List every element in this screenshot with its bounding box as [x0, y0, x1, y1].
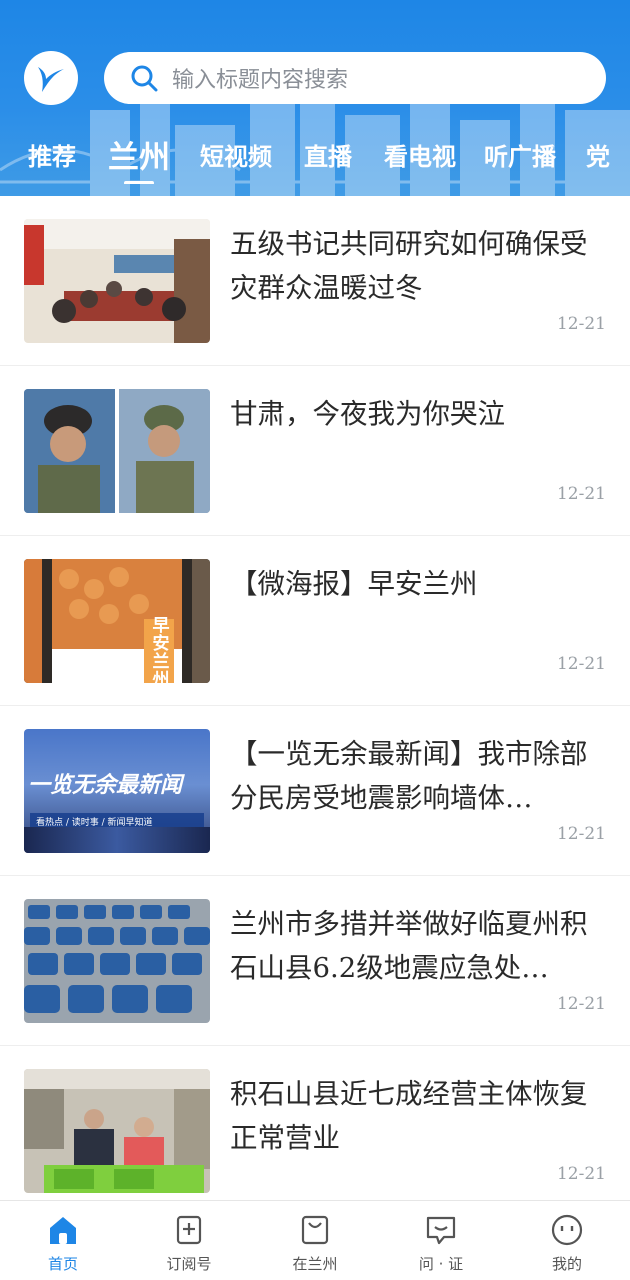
- chat-icon: [424, 1213, 458, 1247]
- search-placeholder: 输入标题内容搜索: [172, 68, 349, 93]
- bottom-nav: 首页 订阅号 在兰州 问 · 证 我的: [0, 1200, 630, 1280]
- caption-char: 安: [152, 634, 170, 654]
- search-bar[interactable]: 输入标题内容搜索: [104, 52, 606, 104]
- news-date: 12-21: [556, 994, 606, 1014]
- news-title: 兰州市多措并举做好临夏州积石山县6.2级地震应急处…: [230, 908, 588, 984]
- thumb-headline: 一览无余最新闻: [28, 772, 183, 798]
- nav-in-lanzhou[interactable]: 在兰州: [252, 1201, 378, 1280]
- subscribe-icon: [172, 1213, 206, 1247]
- bag-icon: [298, 1213, 332, 1247]
- news-date: 12-21: [556, 314, 606, 334]
- home-icon: [46, 1213, 80, 1247]
- news-item[interactable]: 甘肃，今夜我为你哭泣 12-21: [0, 366, 630, 536]
- tab-party[interactable]: 党: [586, 137, 610, 172]
- tab-live[interactable]: 直播: [304, 137, 352, 172]
- news-thumbnail: [24, 219, 210, 343]
- news-thumbnail: 早安兰州: [24, 559, 210, 683]
- tab-tv[interactable]: 看电视: [384, 137, 456, 172]
- news-title: 【一览无余最新闻】我市除部分民房受地震影响墙体…: [230, 738, 588, 814]
- news-title: 积石山县近七成经营主体恢复正常营业: [230, 1078, 588, 1154]
- channel-tabs: 推荐 兰州 短视频 直播 看电视 听广播 党: [0, 124, 630, 184]
- news-item[interactable]: 一览无余最新闻 看热点 / 读时事 / 新闻早知道 【一览无余最新闻】我市除部分…: [0, 706, 630, 876]
- news-date: 12-21: [556, 654, 606, 674]
- profile-icon: [550, 1213, 584, 1247]
- caption-char: 早: [152, 616, 170, 636]
- nav-profile[interactable]: 我的: [504, 1201, 630, 1280]
- thumb-city-lights: [24, 827, 210, 853]
- caption-char: 兰: [152, 652, 170, 672]
- nav-label: 在兰州: [292, 1255, 338, 1273]
- nav-ask[interactable]: 问 · 证: [378, 1201, 504, 1280]
- news-thumbnail: 一览无余最新闻 看热点 / 读时事 / 新闻早知道: [24, 729, 210, 853]
- search-icon: [130, 63, 160, 93]
- news-item[interactable]: 早安兰州 【微海报】早安兰州 12-21: [0, 536, 630, 706]
- nav-label: 首页: [47, 1255, 78, 1273]
- caption-char: 州: [152, 670, 170, 683]
- news-item[interactable]: 兰州市多措并举做好临夏州积石山县6.2级地震应急处… 12-21: [0, 876, 630, 1046]
- nav-label: 订阅号: [166, 1255, 212, 1273]
- news-feed: 五级书记共同研究如何确保受灾群众温暖过冬 12-21 甘肃，今夜我为你哭泣 12…: [0, 196, 630, 1200]
- app-logo[interactable]: [24, 51, 78, 105]
- news-item[interactable]: 五级书记共同研究如何确保受灾群众温暖过冬 12-21: [0, 196, 630, 366]
- nav-label: 问 · 证: [418, 1255, 464, 1273]
- tab-short-video[interactable]: 短视频: [200, 137, 272, 172]
- news-thumbnail: [24, 899, 210, 1023]
- news-item[interactable]: 积石山县近七成经营主体恢复正常营业 12-21: [0, 1046, 630, 1200]
- news-date: 12-21: [556, 1164, 606, 1184]
- nav-label: 我的: [551, 1255, 582, 1273]
- news-title: 五级书记共同研究如何确保受灾群众温暖过冬: [230, 228, 588, 304]
- news-date: 12-21: [556, 824, 606, 844]
- tab-radio[interactable]: 听广播: [484, 137, 556, 172]
- app-header: 输入标题内容搜索 推荐 兰州 短视频 直播 看电视 听广播 党: [0, 0, 630, 196]
- news-thumbnail: [24, 1069, 210, 1193]
- tab-tuijian[interactable]: 推荐: [28, 137, 76, 172]
- nav-subscribe[interactable]: 订阅号: [126, 1201, 252, 1280]
- news-title: 甘肃，今夜我为你哭泣: [230, 398, 505, 430]
- logo-mark-icon: [38, 67, 64, 92]
- news-thumbnail: [24, 389, 210, 513]
- tab-lanzhou[interactable]: 兰州: [108, 132, 170, 177]
- thumb-caption: 早安兰州: [148, 617, 174, 683]
- news-title: 【微海报】早安兰州: [230, 568, 478, 600]
- news-date: 12-21: [556, 484, 606, 504]
- nav-home[interactable]: 首页: [0, 1201, 126, 1280]
